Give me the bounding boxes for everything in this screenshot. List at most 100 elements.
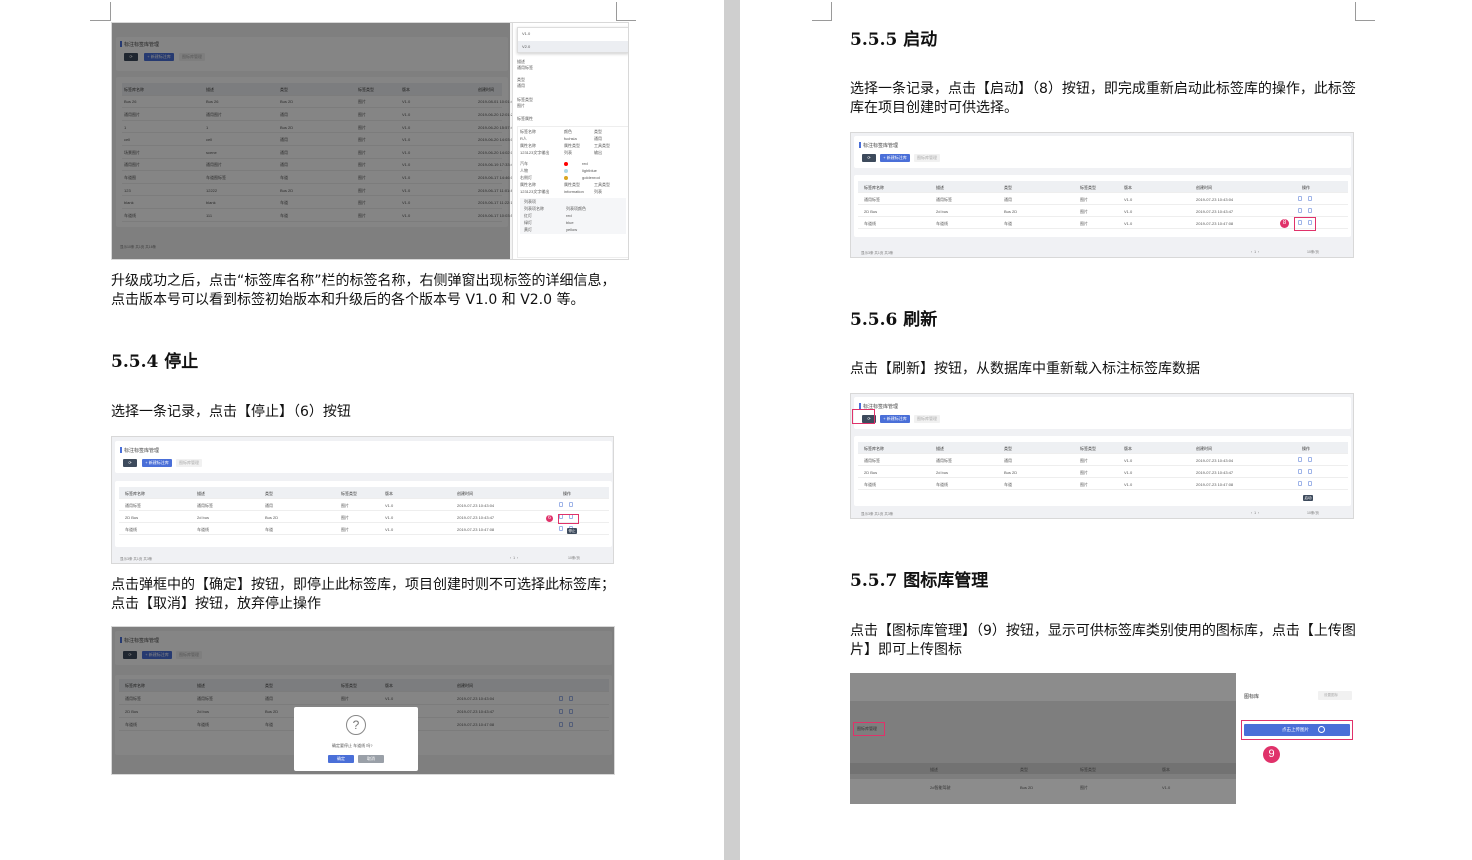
new-label-lib-button[interactable]: + 新建标注库 [880, 154, 910, 162]
toggle-icon[interactable] [1308, 457, 1312, 462]
table-cell: Bus 2D [1004, 469, 1018, 475]
table-cell: 车道线 [197, 526, 209, 532]
toggle-icon[interactable] [569, 502, 573, 507]
new-label-lib-button[interactable]: + 新建标注库 [142, 459, 172, 467]
page-size-select[interactable]: 10条/页 [1307, 511, 1319, 516]
edit-icon[interactable] [1298, 208, 1302, 213]
table-cell[interactable]: 车道线 [864, 221, 876, 227]
table-header-cell: 标签库名称 [864, 184, 884, 190]
table-cell[interactable]: 2D Bus [125, 515, 138, 520]
table-row[interactable]: 2D Bus 2d bus Bus 2D 图片 V1.0 2019-07-23 10:43… [858, 466, 1348, 478]
table-cell: 通用 [265, 502, 273, 508]
table-cell[interactable]: 通用标签 [125, 503, 141, 509]
table-header-row: 标签库名称 描述 类型 标签类型 版本 创建时间 操作 [119, 487, 609, 499]
panel-search-box[interactable]: 设置图标 [1318, 691, 1352, 700]
version-option-selected[interactable]: V2.0 [518, 41, 628, 52]
panel-title: 图标库 [1244, 694, 1260, 700]
toggle-icon[interactable] [1308, 196, 1312, 201]
page-size-select[interactable]: 10条/页 [1307, 250, 1319, 255]
edit-icon[interactable] [1298, 196, 1302, 201]
paragraph: 选择一条记录，点击【停止】（6）按钮 [111, 404, 351, 420]
icon-lib-button[interactable]: 图标库管理 [857, 726, 877, 732]
refresh-button[interactable]: ⟳ [123, 459, 137, 467]
version-dropdown[interactable]: V1.0 V2.0 [517, 27, 628, 53]
table-cell[interactable]: 2D Bus [864, 470, 877, 475]
table-cell: 车道 [1004, 481, 1012, 487]
detail-cell: red [566, 213, 572, 218]
step-badge: 8 [1280, 219, 1289, 228]
toolbar-card: 标注标签库管理 ⟳ + 新建标注库 图标库管理 [115, 441, 612, 473]
table-cell[interactable]: 通用标签 [864, 458, 880, 464]
table-row[interactable]: 通用标签 通用标签 通用 图片 V1.0 2019-07-23 10:43:04 [858, 454, 1348, 466]
detail-cell: goldenrod [582, 175, 600, 180]
table-cell[interactable]: 车道线 [864, 482, 876, 488]
dialog-message: 确定要停止 车道线 吗? [332, 743, 373, 748]
pager[interactable]: ‹ 1 › [1251, 511, 1259, 515]
toolbar-card: 标注标签库管理 ⟳ + 新建标注库 图标库管理 [854, 136, 1351, 168]
toggle-icon[interactable] [1308, 481, 1312, 486]
edit-icon[interactable] [1298, 481, 1302, 486]
table-cell: 2019-07-23 10:47:08 [1196, 481, 1234, 487]
table-cell: 2019-07-23 10:43:47 [1196, 469, 1234, 475]
figure-refresh: 标注标签库管理 ⟳ + 新建标注库 图标库管理 标签库名称 描述 类型 标签类型 版本 创… [850, 393, 1354, 519]
edit-icon[interactable] [1298, 469, 1302, 474]
version-option[interactable]: V2.0 [522, 44, 530, 49]
detail-cell: 属性类型 [564, 143, 580, 148]
refresh-button[interactable]: ⟳ [862, 154, 876, 162]
table-cell: 图片 [1080, 457, 1088, 463]
table-row[interactable]: 车道线 车道线 车道 图片 V1.0 2019-07-23 10:47:08 [119, 523, 609, 535]
detail-cell: 红灯 [524, 213, 532, 218]
start-tooltip: 启动 [1303, 495, 1313, 501]
table-cell: 2d bus [197, 514, 210, 520]
table-cell: 2019-07-23 10:43:47 [457, 514, 495, 520]
table-cell: V1.0 [1124, 208, 1133, 214]
pager[interactable]: ‹ 1 › [510, 556, 518, 560]
table-cell: 图片 [341, 514, 349, 520]
table-cell[interactable]: 通用标签 [864, 197, 880, 203]
table-cell[interactable]: 车道线 [125, 527, 137, 533]
version-option[interactable]: V1.0 [522, 31, 530, 36]
icon-lib-button[interactable]: 图标库管理 [914, 154, 940, 162]
document-page-right: 5.5.5 启动 选择一条记录，点击【启动】（8）按钮，即完成重新启动此标签库的… [740, 0, 1472, 860]
table-row[interactable]: 通用标签 通用标签 通用 图片 V1.0 2019-07-23 10:43:04 [119, 499, 609, 511]
crop-mark [90, 20, 110, 21]
list-title: 标注标签库管理 [858, 142, 899, 149]
table-cell: 图片 [341, 502, 349, 508]
table-row[interactable]: 2D Bus 2d bus Bus 2D 图片 V1.0 2019-07-23 10:43… [858, 205, 1348, 217]
detail-panel: V1.0 V2.0 描述 通用标签 类型 通用 标签类型 图片 标签属性 标签名… [512, 23, 628, 259]
page-size-select[interactable]: 10条/页 [568, 556, 580, 561]
table-cell: 通用标签 [936, 457, 952, 463]
table-cell: 图片 [1080, 196, 1088, 202]
detail-label: 标签属性 [517, 116, 533, 121]
highlight-refresh [852, 409, 875, 424]
document-page-left: 标注标签库管理 ⟳ + 新建标注库 图标库管理 标签库名称 描述 类型 标签类型 版本创… [0, 0, 724, 860]
table-row[interactable]: 车道线 车道线 车道 图片 V1.0 2019-07-23 10:47:08 [858, 478, 1348, 490]
label-lib-table: 标签库名称 描述 类型 标签类型 版本 创建时间 操作 通用标签 通用标签 通用 图片 V1.0 201… [119, 487, 609, 543]
table-header-cell: 描述 [936, 445, 944, 451]
pager[interactable]: ‹ 1 › [1251, 250, 1259, 254]
table-header-cell: 类型 [265, 490, 273, 496]
upload-image-button[interactable]: 点击上传图片 [1244, 724, 1350, 736]
table-row[interactable]: 车道线 车道线 车道 图片 V1.0 2019-07-23 10:47:08 [858, 217, 1348, 229]
confirm-ok-button[interactable]: 确定 [328, 755, 354, 763]
table-row[interactable]: 2D Bus 2d bus Bus 2D 图片 V1.0 2019-07-23 10:43… [119, 511, 609, 523]
section-heading: 5.5.7 图标库管理 [850, 571, 989, 591]
table-cell: 通用标签 [936, 196, 952, 202]
edit-icon[interactable] [559, 526, 563, 531]
table-header-cell: 标签类型 [1080, 445, 1096, 451]
edit-icon[interactable] [559, 502, 563, 507]
confirm-cancel-button[interactable]: 取消 [358, 755, 384, 763]
detail-value: 通用标签 [517, 65, 533, 70]
new-label-lib-button[interactable]: + 新建标注库 [880, 415, 910, 423]
table-row[interactable]: 通用标签 通用标签 通用 图片 V1.0 2019-07-23 10:43:04 [858, 193, 1348, 205]
edit-icon[interactable] [1298, 457, 1302, 462]
table-card: 标签库名称 描述 类型 标签类型 版本 创建时间 操作 通用标签 通用标签 通用 图片 V1.0 201… [115, 481, 612, 547]
table-header-cell: 版本 [1162, 767, 1170, 772]
icon-lib-button[interactable]: 图标库管理 [914, 415, 940, 423]
table-card: 标签库名称 描述 类型 标签类型 版本 创建时间 操作 通用标签 通用标签 通用 图片 V1.0 201… [854, 175, 1351, 237]
icon-lib-button[interactable]: 图标库管理 [176, 459, 202, 467]
toggle-icon[interactable] [1308, 208, 1312, 213]
table-cell: 图片 [1080, 785, 1088, 790]
table-cell[interactable]: 2D Bus [864, 209, 877, 214]
toggle-icon[interactable] [1308, 469, 1312, 474]
